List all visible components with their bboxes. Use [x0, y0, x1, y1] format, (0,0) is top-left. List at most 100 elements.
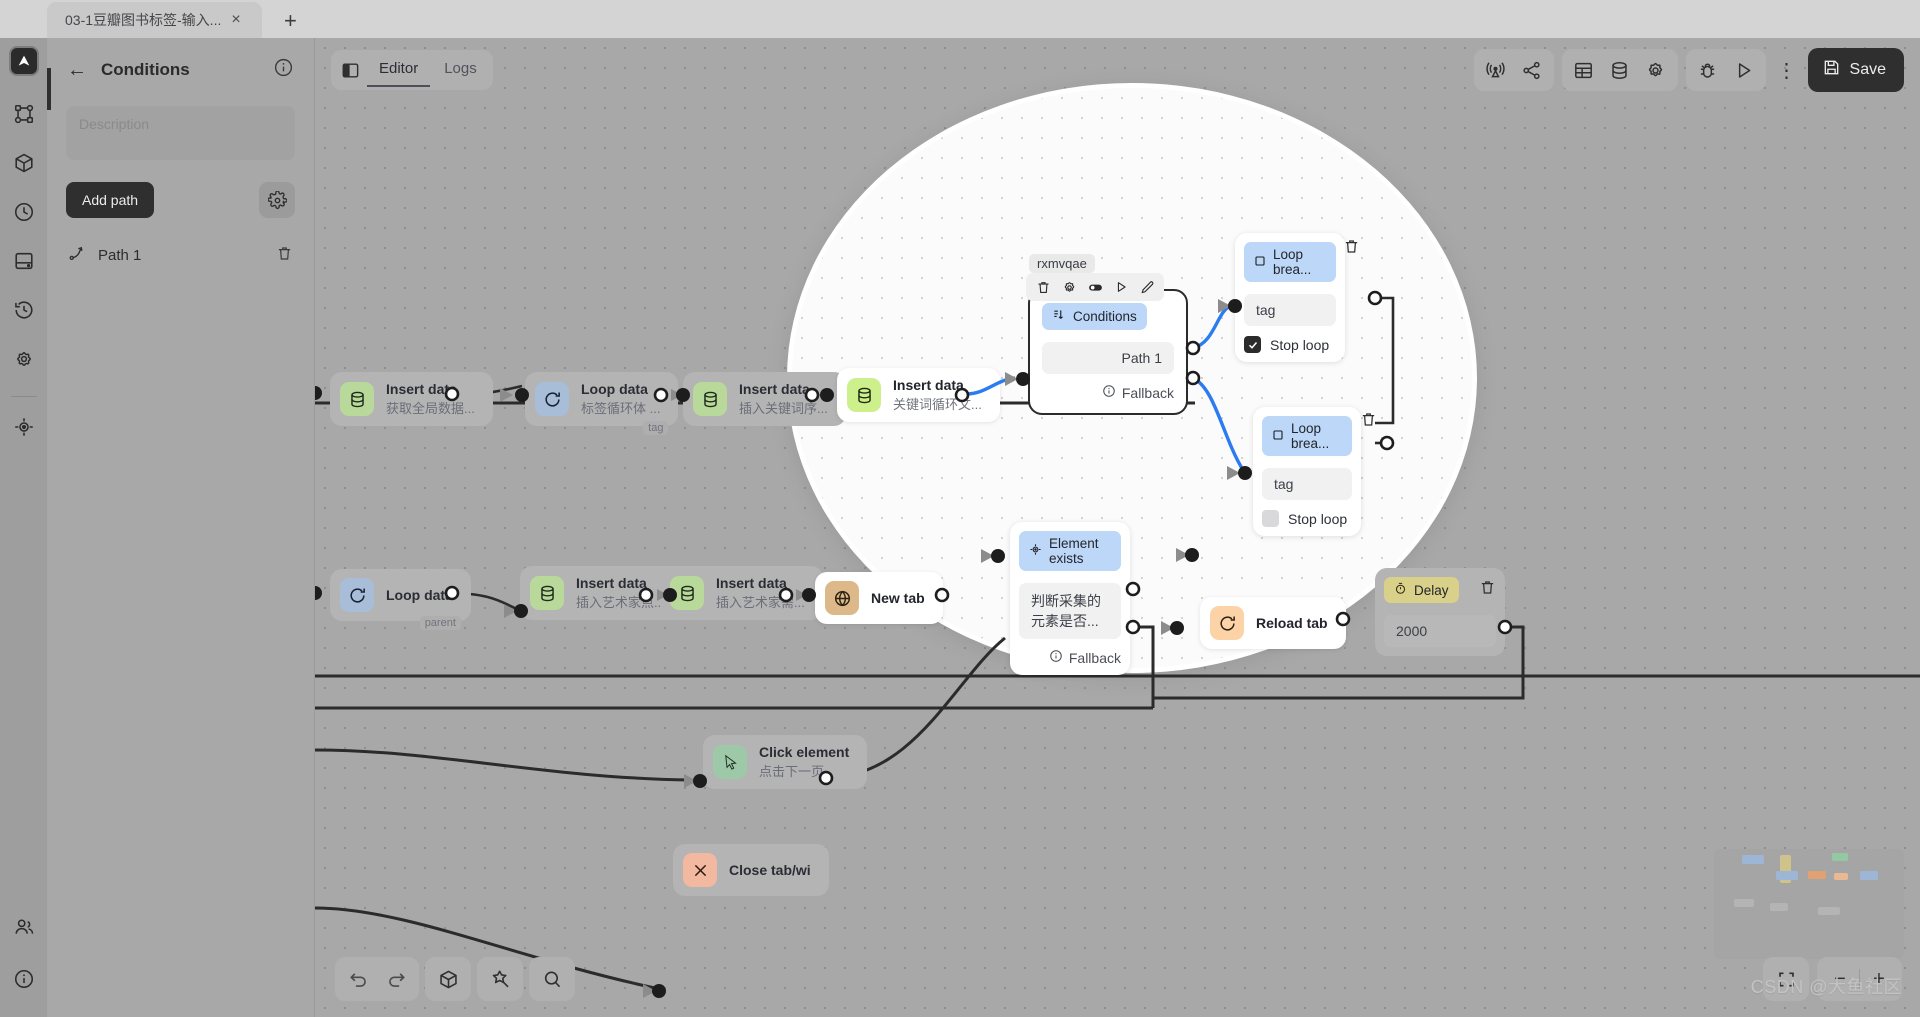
bug-icon[interactable]: [1690, 53, 1726, 87]
table-icon[interactable]: [1566, 53, 1602, 87]
node-insert-data-artist-point[interactable]: Insert data 插入艺术家点...: [520, 566, 683, 620]
conditions-chip[interactable]: Conditions: [1042, 303, 1147, 330]
loop-break-chip[interactable]: Loop brea...: [1262, 416, 1352, 456]
people-icon[interactable]: [8, 911, 40, 943]
stop-loop-checkbox[interactable]: Stop loop: [1262, 510, 1352, 527]
node-title: Reload tab: [1256, 615, 1328, 631]
element-exists-panel[interactable]: Element exists 判断采集的元素是否... Fallback: [1010, 522, 1130, 675]
node-insert-data-global[interactable]: Insert data 获取全局数据...: [330, 372, 493, 426]
gear-icon[interactable]: [1638, 53, 1674, 87]
loop-break-chip[interactable]: Loop brea...: [1244, 242, 1336, 282]
sidebar-item-storage[interactable]: [8, 245, 40, 277]
sidebar-rail: [0, 38, 47, 1017]
delete-icon[interactable]: [1479, 579, 1496, 601]
path-icon: [68, 244, 86, 267]
play-icon[interactable]: [1726, 53, 1762, 87]
node-title: Insert data: [893, 377, 964, 393]
database-icon[interactable]: [1602, 53, 1638, 87]
node-insert-data-artist-need[interactable]: Insert data 插入艺术家需...: [660, 566, 823, 620]
node-subtitle: 关键词循环文...: [893, 397, 982, 412]
node-loop-data-parent[interactable]: Loop data parent: [330, 569, 471, 630]
delay-chip-label: Delay: [1414, 582, 1449, 598]
path-field[interactable]: Path 1: [1042, 342, 1174, 374]
node-title: Loop data: [386, 587, 453, 603]
delay-chip[interactable]: Delay: [1384, 577, 1459, 603]
edit-icon[interactable]: [1135, 276, 1159, 298]
loop-break-chip-label: Loop brea...: [1291, 421, 1330, 451]
info-icon[interactable]: [273, 57, 294, 83]
stop-loop-checkbox[interactable]: Stop loop: [1244, 336, 1336, 353]
node-click-element[interactable]: Click element 点击下一页: [703, 735, 868, 789]
new-tab-icon[interactable]: +: [276, 10, 305, 38]
sidebar-item-settings[interactable]: [8, 343, 40, 375]
broadcast-icon[interactable]: [1478, 53, 1514, 87]
node-new-tab[interactable]: New tab: [815, 572, 943, 624]
search-icon[interactable]: [533, 961, 571, 997]
more-options-icon[interactable]: ⋮: [1774, 53, 1800, 87]
database-icon: [847, 378, 881, 412]
settings-icon[interactable]: [1057, 276, 1081, 298]
browser-tab[interactable]: 03-1豆瓣图书标签-输入... ×: [47, 2, 262, 38]
delete-icon[interactable]: [1031, 276, 1055, 298]
redo-icon[interactable]: [377, 961, 415, 997]
gear-icon[interactable]: [259, 182, 295, 218]
minimap[interactable]: [1714, 849, 1904, 959]
delete-icon[interactable]: [1343, 238, 1360, 260]
fallback-row[interactable]: Fallback: [1042, 384, 1174, 401]
node-close-tab[interactable]: Close tab/wi: [673, 844, 829, 896]
share-icon[interactable]: [1514, 53, 1550, 87]
sidebar-item-element-picker[interactable]: [8, 411, 40, 443]
loop-break-chip-label: Loop brea...: [1273, 247, 1312, 277]
node-title: Insert data: [386, 381, 457, 397]
sidebar-item-blocks[interactable]: [8, 147, 40, 179]
path-list-item[interactable]: Path 1: [66, 238, 295, 273]
conditions-node-card[interactable]: Conditions Path 1 Fallback: [1028, 289, 1188, 415]
node-title: Close tab/wi: [729, 862, 811, 878]
tab-editor[interactable]: Editor: [367, 53, 431, 87]
conditions-icon: [1052, 308, 1066, 325]
cursor-icon: [713, 745, 747, 779]
fallback-row[interactable]: Fallback: [1019, 649, 1121, 666]
tab-logs[interactable]: Logs: [432, 53, 489, 87]
toggle-icon[interactable]: [1083, 276, 1107, 298]
element-exists-field[interactable]: 判断采集的元素是否...: [1019, 583, 1121, 639]
delete-icon[interactable]: [1360, 411, 1377, 433]
element-exists-chip[interactable]: Element exists: [1019, 531, 1121, 571]
node-reload-tab[interactable]: Reload tab: [1200, 597, 1346, 649]
description-input[interactable]: Description: [66, 106, 295, 160]
reload-icon: [1210, 606, 1244, 640]
rail-divider: [10, 396, 37, 397]
node-insert-data-keyword[interactable]: Insert data 插入关键词序...: [683, 372, 846, 426]
loop-break-panel-1[interactable]: Loop brea... tag Stop loop: [1235, 233, 1345, 362]
record-share-group: [1473, 49, 1554, 91]
close-icon[interactable]: ×: [231, 12, 240, 28]
blocks-icon[interactable]: [429, 961, 467, 997]
history-group: [335, 957, 419, 1001]
info-icon[interactable]: [8, 963, 40, 995]
delay-panel[interactable]: Delay 2000: [1375, 568, 1505, 656]
path-label: Path 1: [98, 247, 142, 264]
canvas-bottom-toolbar: [335, 957, 575, 1001]
loop-break-field[interactable]: tag: [1244, 294, 1336, 326]
node-insert-data-keyword-loop[interactable]: Insert data 关键词循环文...: [837, 368, 1000, 422]
undo-icon[interactable]: [339, 961, 377, 997]
panel-toggle-icon[interactable]: [335, 55, 365, 85]
loop-break-panel-2[interactable]: Loop brea... tag Stop loop: [1253, 407, 1361, 536]
run-icon[interactable]: [1109, 276, 1133, 298]
node-hover-toolbar: [1026, 273, 1164, 301]
save-button[interactable]: Save: [1807, 48, 1904, 92]
conditions-chip-label: Conditions: [1073, 309, 1137, 324]
loop-break-field[interactable]: tag: [1262, 468, 1352, 500]
sidebar-item-history[interactable]: [8, 294, 40, 326]
workflow-canvas[interactable]: Editor Logs ⋮ Save Insert data 获取全局数据...…: [315, 38, 1920, 1017]
sidebar-item-scheduler[interactable]: [8, 196, 40, 228]
back-icon[interactable]: ←: [67, 60, 87, 80]
app-logo-icon[interactable]: [8, 46, 39, 76]
delay-value-input[interactable]: 2000: [1384, 615, 1496, 647]
node-subtitle: 插入艺术家需...: [716, 595, 805, 610]
sidebar-item-workflow[interactable]: [8, 98, 40, 130]
magic-wand-icon[interactable]: [481, 961, 519, 997]
add-path-button[interactable]: Add path: [66, 182, 155, 218]
delete-icon[interactable]: [276, 245, 293, 267]
node-loop-data-tag[interactable]: Loop data 标签循环体 ... tag: [525, 372, 679, 435]
